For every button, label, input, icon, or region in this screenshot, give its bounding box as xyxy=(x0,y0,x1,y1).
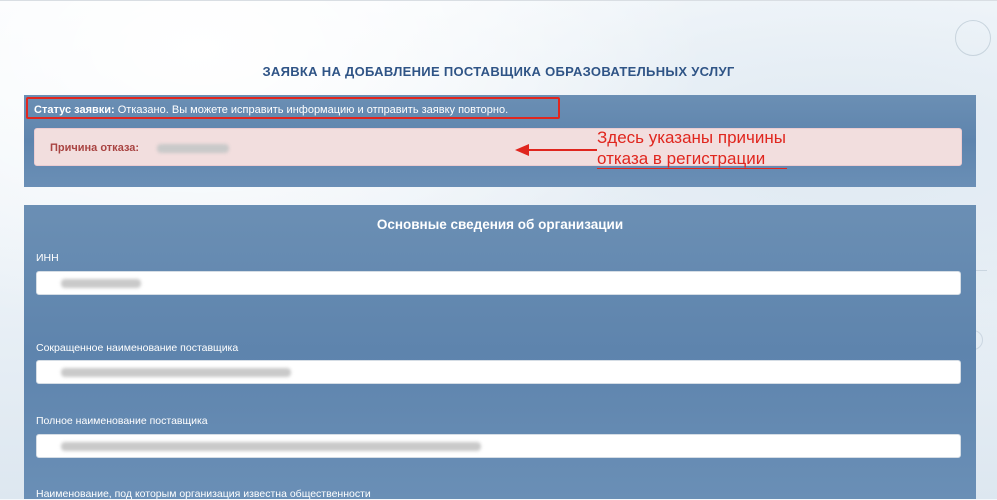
page-title: ЗАЯВКА НА ДОБАВЛЕНИЕ ПОСТАВЩИКА ОБРАЗОВА… xyxy=(262,64,735,79)
public-name-label: Наименование, под которым организация из… xyxy=(36,488,371,500)
short-name-label: Сокращенное наименование поставщика xyxy=(36,342,239,354)
status-label: Статус заявки: xyxy=(34,104,115,116)
top-divider xyxy=(0,0,997,1)
short-name-value-redacted xyxy=(61,368,291,377)
full-name-value-redacted xyxy=(61,442,481,451)
rejection-reason-alert: Причина отказа: xyxy=(34,128,962,166)
full-name-label: Полное наименование поставщика xyxy=(36,415,208,427)
reason-value-redacted xyxy=(157,144,229,153)
full-name-input[interactable] xyxy=(36,434,961,458)
status-line: Статус заявки: Отказано. Вы можете испра… xyxy=(26,97,560,119)
annotation-arrow-icon xyxy=(515,144,597,156)
status-panel: Статус заявки: Отказано. Вы можете испра… xyxy=(24,95,976,187)
status-text: Отказано. Вы можете исправить информацию… xyxy=(114,104,509,116)
inn-label: ИНН xyxy=(36,252,59,264)
short-name-input[interactable] xyxy=(36,360,961,384)
annotation-underline xyxy=(597,168,787,169)
annotation-note: Здесь указаны причины отказа в регистрац… xyxy=(597,128,786,168)
inn-input[interactable] xyxy=(36,271,961,295)
main-info-panel: Основные сведения об организации ИНН Сок… xyxy=(24,205,976,500)
inn-value-redacted xyxy=(61,279,141,288)
reason-label: Причина отказа: xyxy=(50,142,140,154)
section-title: Основные сведения об организации xyxy=(376,217,624,232)
atom-doodle-icon xyxy=(955,20,991,56)
